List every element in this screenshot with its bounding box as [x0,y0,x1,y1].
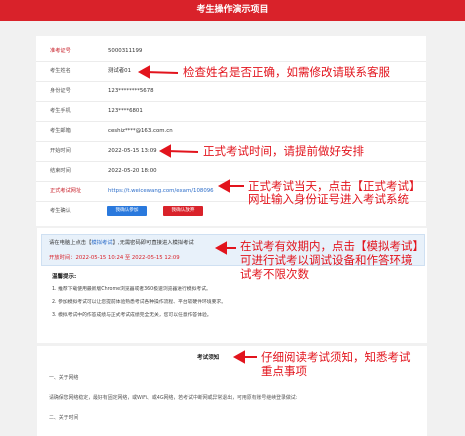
annotation-notice-1: 仔细阅读考试须知，知悉考试 [261,350,411,364]
annotation-mock-1: 在试考有效期内，点击【模拟考试】 [240,239,424,253]
annotation-time: 正式考试时间，请提前做好安排 [203,144,364,158]
arrow-notice-head [232,350,245,364]
annotation-name: 检查姓名是否正确，如需修改请联系客服 [183,65,390,79]
arrow-name-head [137,65,150,79]
annotation-mock-2: 可进行试考以调试设备和作答环境 [240,253,413,267]
arrow-time [166,150,199,153]
arrow-url-head [217,179,230,193]
annotation-url-2: 网址输入身份证号进入考试系统 [248,192,409,206]
annotation-mock-3: 试考不限次数 [240,267,309,281]
arrow-time-head [158,144,171,158]
arrow-mock-head [214,241,227,255]
annotation-notice-2: 重点事项 [261,364,307,378]
